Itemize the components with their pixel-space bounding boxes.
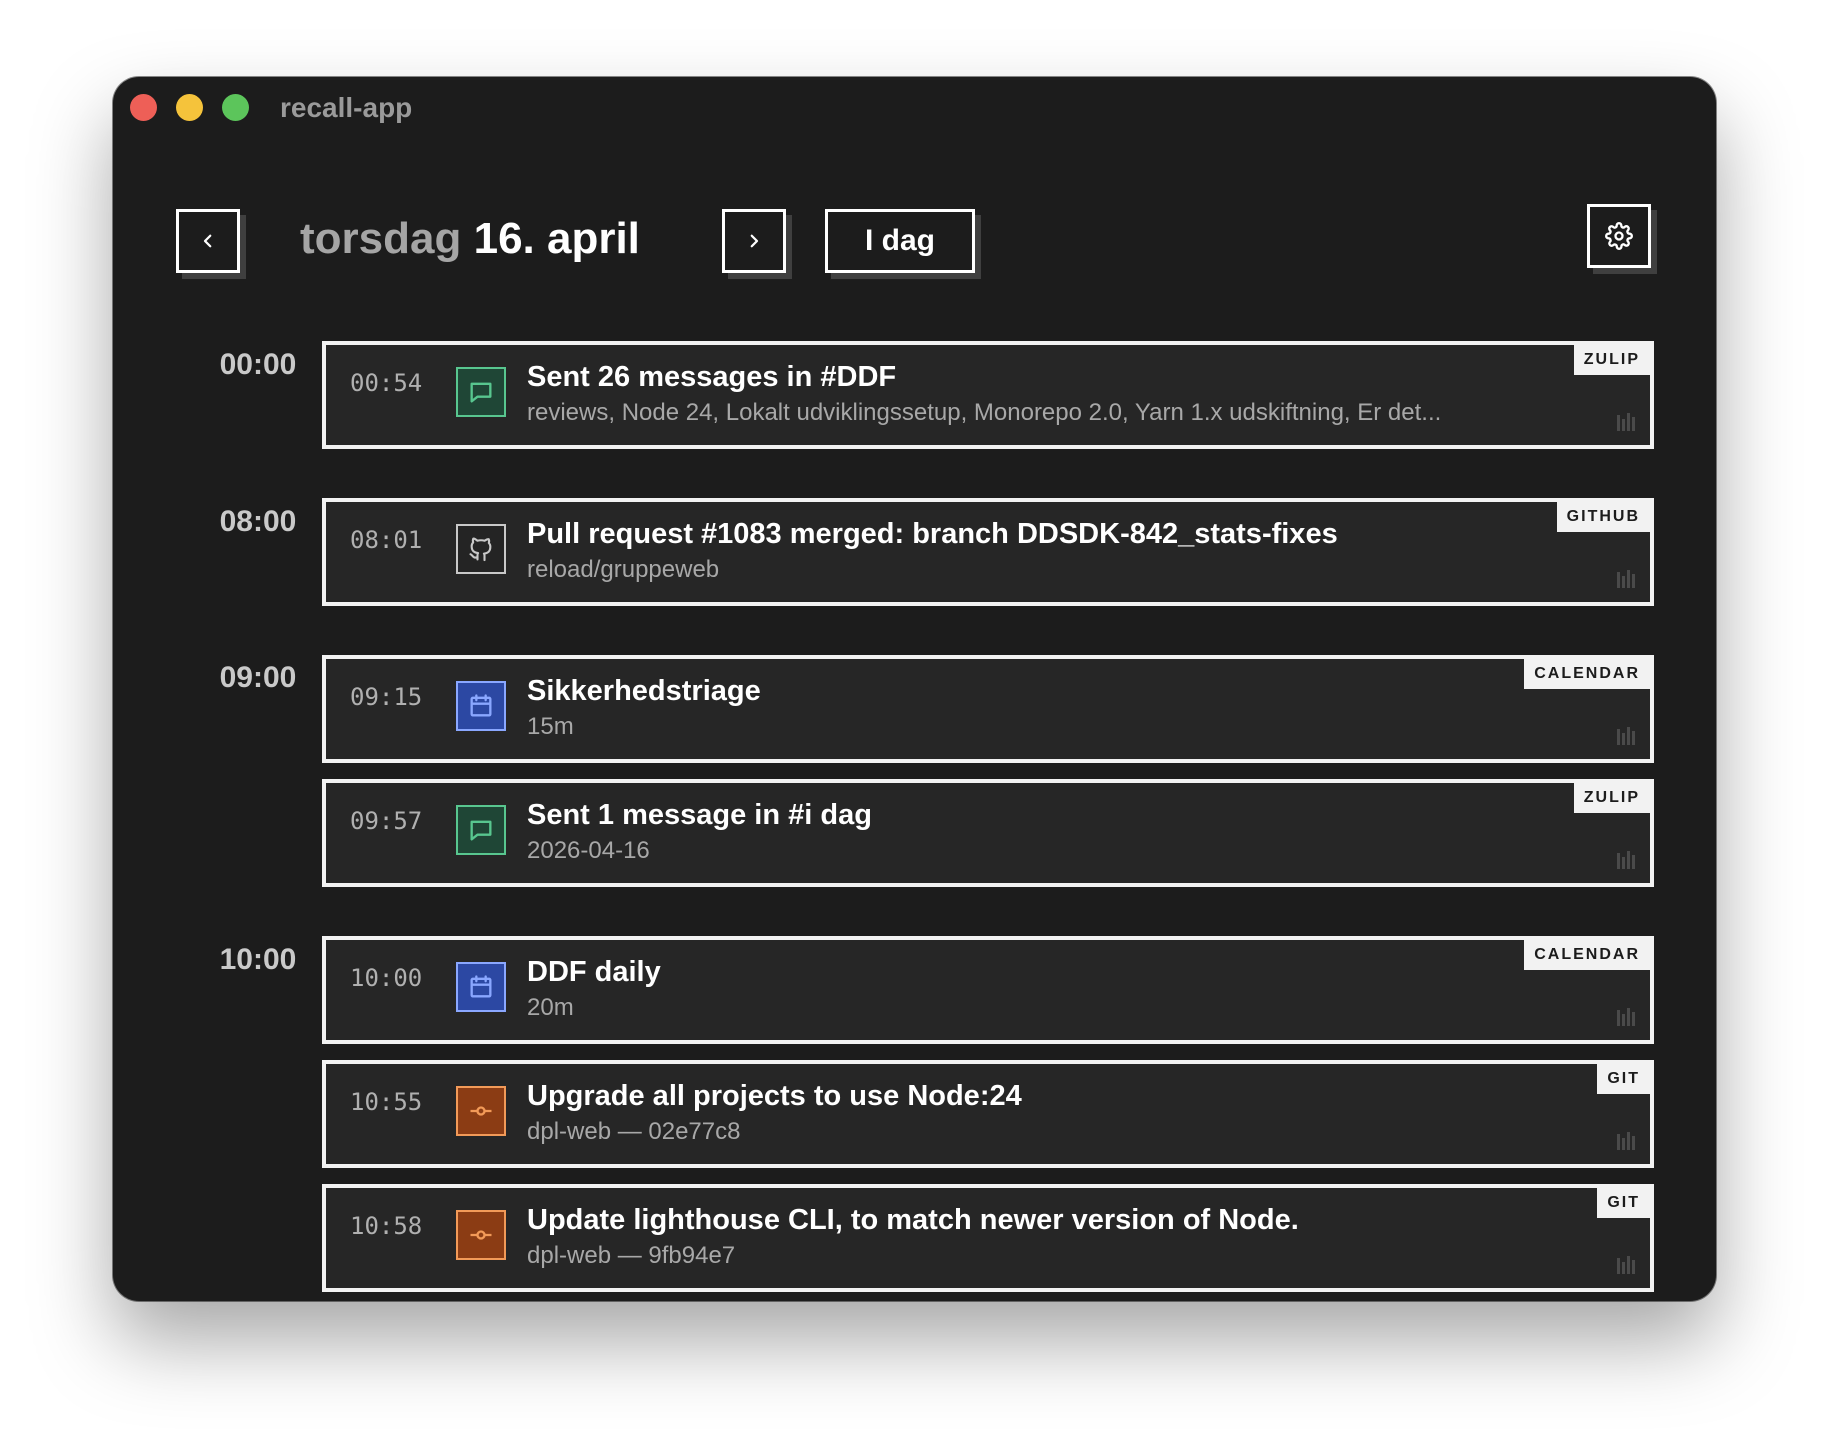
app-window: recall-app torsdag 16. april I dag 00:00…	[113, 77, 1716, 1301]
window-title: recall-app	[280, 92, 413, 123]
today-button[interactable]: I dag	[825, 209, 975, 273]
event-title: Upgrade all projects to use Node:24	[527, 1080, 1022, 1112]
timeline-event-card[interactable]: 10:00 DDF daily 20m CALENDAR	[322, 936, 1654, 1044]
timeline-event-card[interactable]: 08:01 Pull request #1083 merged: branch …	[322, 498, 1654, 606]
date-label: 16. april	[473, 214, 640, 263]
git-commit-icon	[456, 1086, 506, 1136]
event-time: 00:54	[350, 369, 423, 397]
weekday-label: torsdag	[300, 214, 462, 263]
timeline-event-card[interactable]: 09:15 Sikkerhedstriage 15m CALENDAR	[322, 655, 1654, 763]
chat-icon	[456, 805, 506, 855]
event-title: DDF daily	[527, 956, 661, 988]
next-day-button[interactable]	[722, 209, 786, 273]
event-subtitle: reload/gruppeweb	[527, 556, 720, 583]
timeline-event-card[interactable]: 00:54 Sent 26 messages in #DDF reviews, …	[322, 341, 1654, 449]
source-badge: ZULIP	[1573, 783, 1650, 813]
resize-grip-icon[interactable]	[1616, 411, 1638, 433]
previous-day-button[interactable]	[176, 209, 240, 273]
git-commit-icon	[456, 1210, 506, 1260]
gear-icon	[1605, 222, 1633, 250]
chevron-left-icon	[203, 234, 212, 248]
hour-label: 00:00	[219, 348, 297, 381]
event-subtitle: reviews, Node 24, Lokalt udviklingssetup…	[527, 399, 1442, 426]
resize-grip-icon[interactable]	[1616, 725, 1638, 747]
event-time: 09:15	[350, 683, 423, 711]
source-badge: CALENDAR	[1524, 940, 1650, 970]
close-window-button[interactable]	[130, 94, 157, 121]
hour-label: 09:00	[219, 661, 297, 694]
event-title: Sikkerhedstriage	[527, 675, 761, 707]
date-heading: torsdag 16. april	[300, 214, 640, 264]
resize-grip-icon[interactable]	[1616, 1006, 1638, 1028]
source-badge: CALENDAR	[1524, 659, 1650, 689]
resize-grip-icon[interactable]	[1616, 849, 1638, 871]
event-time: 08:01	[350, 526, 423, 554]
event-subtitle: dpl-web — 9fb94e7	[527, 1242, 736, 1269]
source-badge: GITHUB	[1556, 502, 1650, 532]
resize-grip-icon[interactable]	[1616, 568, 1638, 590]
hour-label: 08:00	[219, 505, 297, 538]
timeline-event-card[interactable]: 10:58 Update lighthouse CLI, to match ne…	[322, 1184, 1654, 1292]
zoom-window-button[interactable]	[222, 94, 249, 121]
source-badge: GIT	[1597, 1064, 1650, 1094]
calendar-icon	[456, 962, 506, 1012]
chat-icon	[456, 367, 506, 417]
event-subtitle: 15m	[527, 713, 574, 740]
event-title: Update lighthouse CLI, to match newer ve…	[527, 1204, 1299, 1236]
chevron-right-icon	[750, 234, 759, 248]
hour-label: 10:00	[219, 943, 297, 976]
minimize-window-button[interactable]	[176, 94, 203, 121]
resize-grip-icon[interactable]	[1616, 1254, 1638, 1276]
event-time: 10:58	[350, 1212, 423, 1240]
event-subtitle: 20m	[527, 994, 574, 1021]
source-badge: ZULIP	[1573, 345, 1650, 375]
event-subtitle: dpl-web — 02e77c8	[527, 1118, 741, 1145]
resize-grip-icon[interactable]	[1616, 1130, 1638, 1152]
timeline-event-card[interactable]: 09:57 Sent 1 message in #i dag 2026-04-1…	[322, 779, 1654, 887]
timeline-event-card[interactable]: 10:55 Upgrade all projects to use Node:2…	[322, 1060, 1654, 1168]
github-icon	[456, 524, 506, 574]
calendar-icon	[456, 681, 506, 731]
settings-button[interactable]	[1587, 204, 1651, 268]
event-time: 10:55	[350, 1088, 423, 1116]
event-title: Sent 1 message in #i dag	[527, 799, 872, 831]
event-title: Pull request #1083 merged: branch DDSDK-…	[527, 518, 1338, 550]
event-title: Sent 26 messages in #DDF	[527, 361, 897, 393]
event-subtitle: 2026-04-16	[527, 837, 650, 864]
event-time: 09:57	[350, 807, 423, 835]
source-badge: GIT	[1597, 1188, 1650, 1218]
title-bar: recall-app	[113, 77, 1716, 141]
event-time: 10:00	[350, 964, 423, 992]
